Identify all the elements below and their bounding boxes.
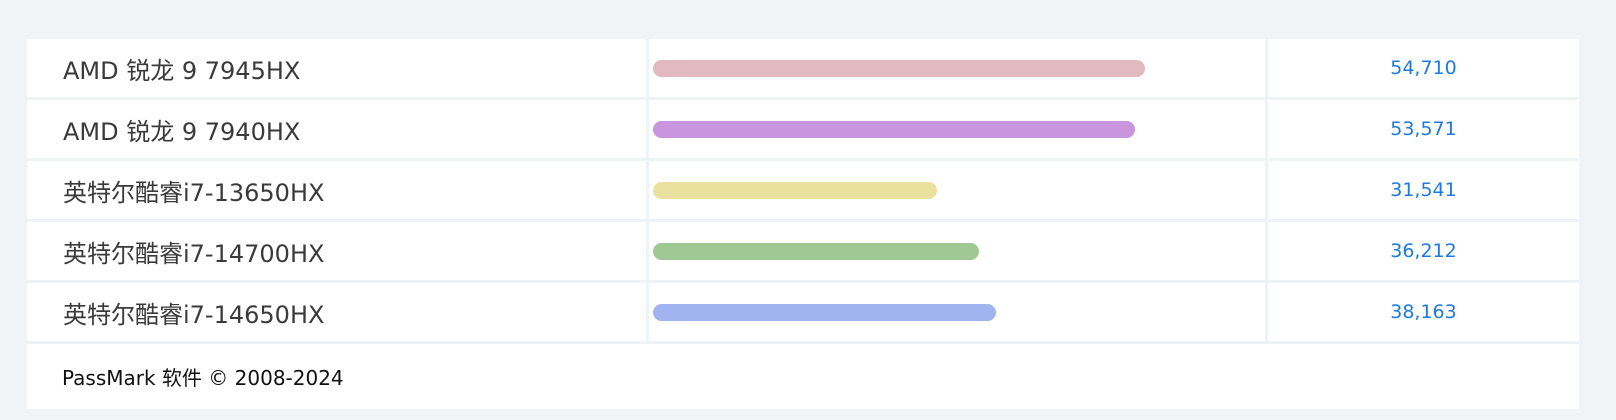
score-bar [653, 243, 979, 260]
table-row: 英特尔酷睿i7-14700HX 36,212 [27, 222, 1579, 280]
footer-copyright: PassMark 软件 © 2008-2024 [27, 344, 1579, 409]
bar-cell [649, 100, 1265, 158]
score-bar [653, 304, 996, 321]
table-row: 英特尔酷睿i7-13650HX 31,541 [27, 161, 1579, 219]
score-bar [653, 182, 937, 199]
bar-cell [649, 283, 1265, 341]
table-row: AMD 锐龙 9 7945HX 54,710 [27, 39, 1579, 97]
table-row: AMD 锐龙 9 7940HX 53,571 [27, 100, 1579, 158]
bar-cell [649, 222, 1265, 280]
table-row: 英特尔酷睿i7-14650HX 38,163 [27, 283, 1579, 341]
score-value[interactable]: 36,212 [1268, 222, 1579, 280]
cpu-name: 英特尔酷睿i7-14650HX [27, 283, 646, 341]
score-value[interactable]: 54,710 [1268, 39, 1579, 97]
cpu-name: 英特尔酷睿i7-14700HX [27, 222, 646, 280]
cpu-name: AMD 锐龙 9 7940HX [27, 100, 646, 158]
score-value[interactable]: 31,541 [1268, 161, 1579, 219]
score-bar [653, 121, 1135, 138]
cpu-name: 英特尔酷睿i7-13650HX [27, 161, 646, 219]
benchmark-table: AMD 锐龙 9 7945HX 54,710 AMD 锐龙 9 7940HX 5… [27, 39, 1579, 344]
score-bar [653, 60, 1145, 77]
bar-cell [649, 161, 1265, 219]
cpu-name: AMD 锐龙 9 7945HX [27, 39, 646, 97]
score-value[interactable]: 38,163 [1268, 283, 1579, 341]
bar-cell [649, 39, 1265, 97]
score-value[interactable]: 53,571 [1268, 100, 1579, 158]
